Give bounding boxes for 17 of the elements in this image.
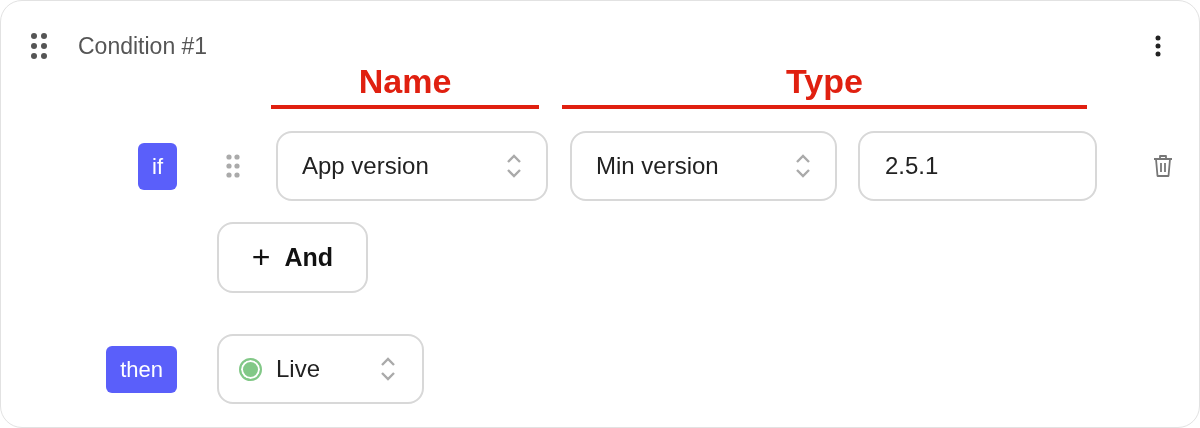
if-badge: if — [138, 142, 177, 190]
then-badge: then — [106, 345, 177, 393]
more-menu-icon[interactable] — [1155, 35, 1161, 57]
chevron-up-down-icon — [506, 153, 522, 179]
condition-title: Condition #1 — [78, 32, 209, 60]
trash-icon[interactable] — [1153, 154, 1173, 178]
chevron-up-down-icon — [380, 356, 396, 382]
chevron-up-down-icon — [795, 153, 811, 179]
value-input-field[interactable]: 2.5.1 — [858, 131, 1097, 201]
drag-handle-icon[interactable] — [31, 33, 47, 59]
drag-handle-icon[interactable] — [226, 154, 240, 178]
status-select[interactable]: Live — [217, 334, 424, 404]
add-and-button[interactable]: + And — [217, 222, 368, 293]
annotation-label: Name — [358, 61, 452, 101]
name-select[interactable]: App version — [276, 131, 548, 201]
type-select[interactable]: Min version — [570, 131, 837, 201]
annotation-label: Type — [786, 61, 863, 101]
